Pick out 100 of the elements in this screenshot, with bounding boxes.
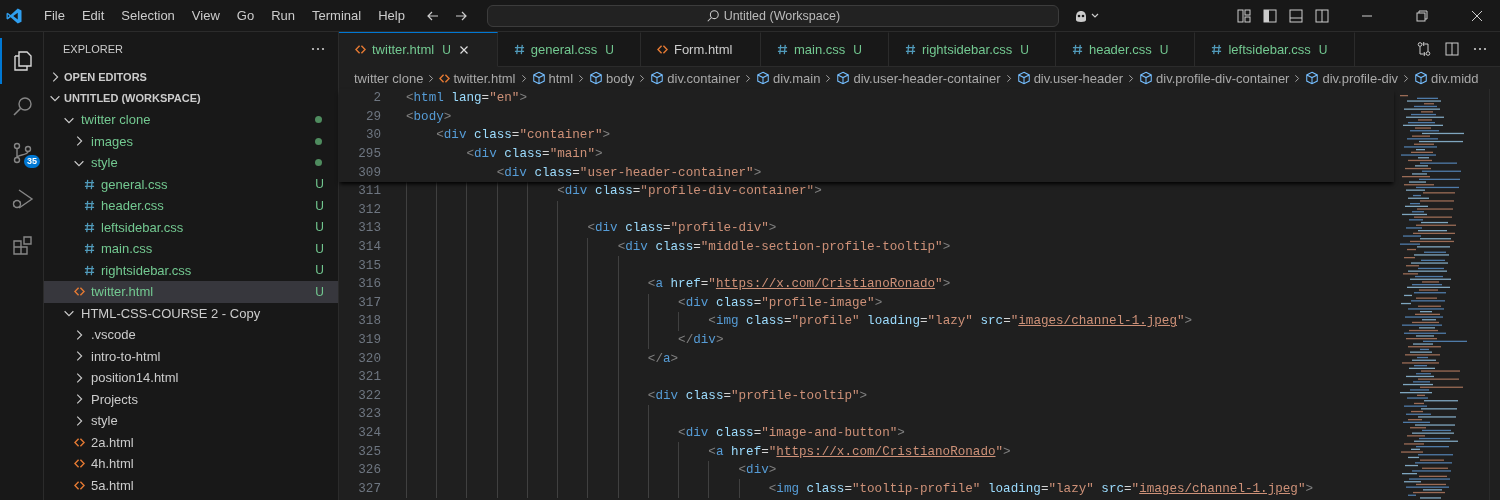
code-line: <div class="profile-image"> [678, 295, 883, 310]
tree-item[interactable]: .vscode [44, 324, 338, 346]
code-line: <img class="profile" loading="lazy" src="images/channel-1.jpeg"> [708, 314, 1193, 329]
breadcrumb-item[interactable]: div.main [773, 70, 821, 86]
cube-icon [650, 71, 665, 85]
cube-icon [1414, 71, 1429, 85]
breadcrumb-item[interactable]: div.user-header-container [853, 70, 1001, 86]
git-status-letter: U [315, 220, 324, 235]
chevron-icon [1293, 72, 1302, 84]
tree-item[interactable]: style [44, 152, 338, 174]
menu-item[interactable]: View [182, 8, 228, 23]
breadcrumb-item[interactable]: body [606, 70, 635, 86]
chevron-icon [519, 72, 528, 84]
menu-item[interactable]: File [35, 8, 73, 23]
line-number: 325 [357, 444, 381, 459]
git-status-letter: U [315, 284, 324, 299]
code-line: <div class="middle-section-profile-tooltip"> [617, 240, 951, 255]
chevron-icon [744, 72, 752, 84]
code-line: <html lang="en"> [406, 91, 527, 106]
code-brackets-icon [72, 436, 86, 448]
code-link[interactable]: images/channel-1.jpeg [1018, 314, 1177, 329]
split-editor-icon[interactable] [1444, 41, 1460, 57]
breadcrumb-item[interactable]: twitter clone [354, 70, 424, 86]
breadcrumb-item[interactable]: div.profile-div-container [1156, 70, 1290, 86]
hash-icon [513, 44, 525, 55]
tree-item[interactable]: leftsidebar.css U [44, 216, 338, 238]
tree-item[interactable]: images [44, 130, 338, 152]
command-center[interactable]: Untitled (Workspace) [486, 4, 1059, 27]
restore-icon[interactable] [1414, 7, 1430, 24]
menu-item[interactable]: Terminal [303, 8, 370, 23]
breadcrumb-item[interactable]: div.midd [1431, 70, 1479, 86]
editor-tab[interactable]: twitter.html U [339, 32, 498, 67]
hash-icon [82, 264, 96, 276]
breadcrumb-item[interactable]: div.profile-div [1322, 70, 1399, 86]
secondary-sidebar-icon[interactable] [1314, 7, 1330, 24]
tree-item[interactable]: main.css U [44, 238, 338, 260]
section-header[interactable]: OPEN EDITORS [44, 66, 338, 88]
tree-item[interactable]: twitter.html U [44, 281, 338, 303]
menu-item[interactable]: Run [262, 8, 303, 23]
tree-item[interactable]: HTML-CSS-COURSE 2 - Copy [44, 302, 338, 324]
tree-item[interactable]: Projects [44, 388, 338, 410]
editor-tab[interactable]: leftsidebar.css U [1195, 32, 1355, 67]
tree-item[interactable]: header.css U [44, 195, 338, 217]
cube-icon [1305, 71, 1320, 85]
code-brackets-icon [72, 458, 86, 470]
editor-tab[interactable]: rightsidebar.css U [888, 32, 1056, 67]
menu-item[interactable]: Edit [72, 8, 113, 23]
code-line: <a href="https://x.com/CristianoRonado"> [708, 444, 1011, 459]
tree-item[interactable]: twitter clone [44, 109, 338, 131]
tree-item[interactable]: general.css U [44, 173, 338, 195]
menu-item[interactable]: Go [227, 8, 263, 23]
editor-tab[interactable]: header.css U [1055, 32, 1196, 67]
code-line: <img class="tooltip-profile" loading="lazy" src="images/channel-1.jpeg"> [768, 481, 1313, 496]
cube-icon [1139, 71, 1153, 85]
hash-icon [1211, 44, 1223, 55]
breadcrumb-item[interactable]: div.user-header [1033, 70, 1123, 86]
editor-tab[interactable]: Form.html [640, 32, 761, 67]
tree-item[interactable]: 2a.html [44, 431, 338, 453]
menu-item[interactable]: Selection [112, 8, 183, 23]
code-line: <a href="https://x.com/CristianoRonado"> [647, 277, 951, 292]
editor-tab[interactable]: main.css U [760, 32, 889, 67]
line-number: 319 [357, 333, 381, 347]
code-link[interactable]: images/channel-1.jpeg [1139, 481, 1298, 496]
breadcrumb-item[interactable]: div.container [667, 70, 740, 86]
sidebar-toggle-icon[interactable] [1262, 7, 1278, 24]
tree-item[interactable]: 5a.html [44, 474, 338, 496]
code-line: <div class="profile-div"> [587, 221, 777, 236]
code-line: <div class="user-header-container"> [495, 165, 762, 180]
line-number: 312 [357, 202, 381, 217]
code-brackets-icon [355, 44, 366, 55]
breadcrumb-item[interactable]: twitter.html [453, 70, 516, 86]
line-number: 2 [372, 91, 381, 106]
tree-item[interactable]: rightsidebar.css U [44, 259, 338, 281]
section-header[interactable]: UNTITLED (WORKSPACE) [44, 87, 338, 109]
line-number: 326 [357, 463, 381, 478]
layout-icon[interactable] [1236, 7, 1252, 24]
chevron-icon [1004, 72, 1013, 84]
activity-bar-item[interactable]: 35 [0, 130, 43, 176]
code-line: <div class="profile-tooltip"> [647, 388, 868, 403]
panel-toggle-icon[interactable] [1288, 7, 1304, 24]
tree-item[interactable]: 4h.html [44, 453, 338, 475]
line-number: 314 [357, 240, 381, 255]
menu-item[interactable]: Help [369, 8, 413, 23]
line-number: 320 [357, 351, 381, 366]
tree-item[interactable]: position14.html [44, 367, 338, 389]
editor-tab[interactable]: general.css U [497, 32, 641, 67]
chevron-icon [427, 72, 436, 84]
chevron-icon [1127, 72, 1135, 84]
cube-icon [836, 71, 851, 85]
breadcrumb-item[interactable]: html [548, 70, 574, 86]
cube-icon [756, 71, 770, 85]
git-status-letter: U [315, 241, 324, 256]
search-icon [705, 8, 720, 23]
tree-item[interactable]: intro-to-html [44, 345, 338, 367]
line-number: 30 [364, 128, 381, 143]
code-link[interactable]: https://x.com/CristianoRonado [776, 444, 996, 459]
tree-item[interactable]: style [44, 410, 338, 432]
code-link[interactable]: https://x.com/CristianoRonado [715, 277, 936, 292]
chevron-icon [577, 72, 586, 84]
compare-changes-icon[interactable] [1416, 41, 1432, 57]
